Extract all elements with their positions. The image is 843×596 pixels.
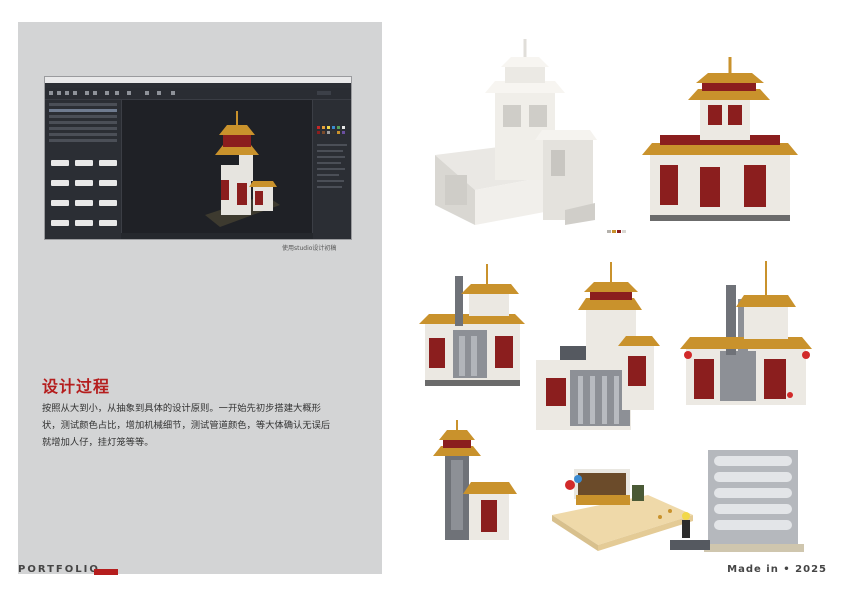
tower-temple-render bbox=[433, 420, 517, 540]
pipe-tower-render bbox=[670, 450, 804, 552]
screenshot-viewport-model bbox=[205, 111, 280, 227]
portfolio-accent-bar bbox=[94, 569, 118, 575]
portfolio-label: PORTFOLIO bbox=[18, 564, 100, 575]
temple-with-machinery-render-2 bbox=[680, 261, 812, 405]
temple-with-machinery-render-1 bbox=[419, 264, 525, 386]
temple-with-pipes-render bbox=[536, 262, 660, 430]
studio-screenshot bbox=[44, 76, 352, 240]
colored-temple-render bbox=[642, 57, 798, 221]
made-in-label: Made in • 2025 bbox=[727, 564, 827, 575]
white-massing-model-render bbox=[435, 39, 597, 225]
screenshot-caption: 使用studio设计初稿 bbox=[282, 245, 337, 252]
screenshot-statusbar bbox=[121, 233, 313, 239]
section-heading: 设计过程 bbox=[42, 377, 111, 396]
body-paragraph: 按照从大到小，从抽象到具体的设计原则。一开始先初步搭建大概形状，测试颜色占比，增… bbox=[42, 403, 331, 448]
screenshot-toolbar bbox=[45, 88, 351, 100]
white-model-palette bbox=[607, 218, 627, 233]
screenshot-color-panel bbox=[312, 100, 351, 239]
screenshot-parts-panel bbox=[45, 100, 122, 239]
